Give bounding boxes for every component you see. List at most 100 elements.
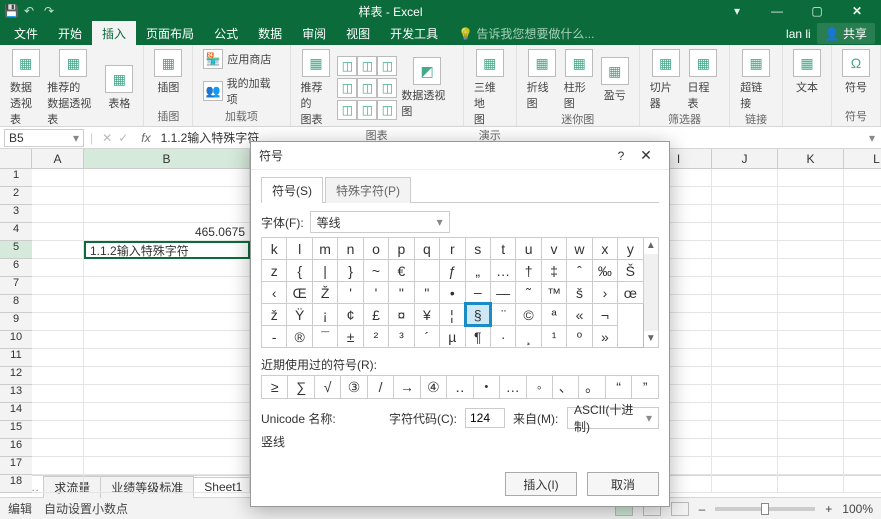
cell[interactable]: 1.1.2输入特殊字符	[84, 241, 250, 259]
fx-icon[interactable]: fx	[131, 131, 160, 145]
cell[interactable]: 465.0675	[84, 223, 250, 241]
character-cell[interactable]: y	[618, 238, 643, 260]
character-cell[interactable]: ‡	[541, 260, 566, 282]
cell[interactable]	[844, 475, 881, 493]
recent-symbol-cell[interactable]: …	[500, 376, 526, 399]
pivot-chart-button[interactable]: ◩数据透视图	[401, 57, 452, 119]
cell[interactable]	[844, 313, 881, 331]
ribbon-tab-2[interactable]: 插入	[92, 21, 136, 46]
recent-symbol-cell[interactable]: ”	[632, 376, 659, 399]
cell[interactable]	[32, 385, 84, 403]
select-all-cell[interactable]	[0, 149, 32, 168]
char-code-input[interactable]	[465, 408, 505, 428]
row-header[interactable]: 12	[0, 367, 32, 385]
row-header[interactable]: 14	[0, 403, 32, 421]
ribbon-options-icon[interactable]: ▾	[717, 4, 757, 18]
cell[interactable]	[84, 259, 250, 277]
character-cell[interactable]: Š	[618, 260, 643, 282]
scroll-up-icon[interactable]: ▲	[646, 238, 656, 254]
character-cell[interactable]: ¹	[541, 326, 566, 348]
character-cell[interactable]: {	[287, 260, 312, 282]
cell[interactable]	[84, 439, 250, 457]
character-cell[interactable]: u	[516, 238, 541, 260]
recent-symbol-cell[interactable]: /	[367, 376, 393, 399]
row-header[interactable]: 8	[0, 295, 32, 313]
zoom-slider[interactable]	[715, 507, 815, 511]
undo-icon[interactable]: ↶	[24, 4, 44, 18]
recent-symbol-cell[interactable]: “	[605, 376, 631, 399]
ribbon-button[interactable]: ▦数据透视表	[10, 49, 41, 127]
cell[interactable]	[84, 331, 250, 349]
cell[interactable]	[778, 169, 844, 187]
ribbon-button[interactable]: ▦超链接	[740, 49, 772, 111]
character-cell[interactable]: „	[465, 260, 490, 282]
chart-type-icon[interactable]: ◫	[337, 56, 357, 76]
cell[interactable]	[84, 457, 250, 475]
character-cell[interactable]: w	[567, 238, 592, 260]
cell[interactable]	[32, 439, 84, 457]
cell[interactable]	[32, 259, 84, 277]
ribbon-tab-6[interactable]: 审阅	[292, 21, 336, 46]
cell[interactable]	[778, 367, 844, 385]
cell[interactable]	[712, 385, 778, 403]
recent-symbol-cell[interactable]: ③	[341, 376, 367, 399]
recent-symbol-cell[interactable]: ・	[473, 376, 499, 399]
character-cell[interactable]: m	[312, 238, 337, 260]
cell[interactable]	[32, 403, 84, 421]
share-button[interactable]: 👤 共享	[817, 23, 875, 44]
name-box[interactable]: B5 ▾	[4, 129, 84, 147]
character-cell[interactable]: Ž	[312, 282, 337, 304]
cell[interactable]	[84, 367, 250, 385]
name-box-dropdown-icon[interactable]: ▾	[73, 131, 79, 145]
character-cell[interactable]: ƒ	[440, 260, 465, 282]
row-header[interactable]: 11	[0, 349, 32, 367]
character-cell[interactable]: €	[389, 260, 414, 282]
dialog-help-icon[interactable]: ?	[611, 149, 631, 163]
character-cell[interactable]: •	[440, 282, 465, 304]
character-cell[interactable]: |	[312, 260, 337, 282]
cell[interactable]	[712, 403, 778, 421]
character-cell[interactable]: —	[490, 282, 515, 304]
column-header[interactable]: B	[84, 149, 250, 168]
cell[interactable]	[844, 331, 881, 349]
chargrid-scrollbar[interactable]: ▲ ▼	[644, 237, 659, 348]
cell[interactable]	[778, 475, 844, 493]
recent-symbol-cell[interactable]: ‥	[447, 376, 473, 399]
cell[interactable]	[778, 421, 844, 439]
cell[interactable]	[712, 205, 778, 223]
ribbon-button[interactable]: ▦推荐的数据透视表	[47, 49, 99, 127]
cell[interactable]	[712, 421, 778, 439]
cell[interactable]	[844, 205, 881, 223]
chart-type-icon[interactable]: ◫	[357, 100, 377, 120]
character-cell[interactable]: ~	[363, 260, 388, 282]
cell[interactable]	[844, 241, 881, 259]
row-header[interactable]: 13	[0, 385, 32, 403]
character-cell[interactable]: z	[262, 260, 287, 282]
cell[interactable]	[712, 439, 778, 457]
cell[interactable]	[778, 331, 844, 349]
column-header[interactable]: J	[712, 149, 778, 168]
cell[interactable]	[32, 187, 84, 205]
minimize-icon[interactable]: —	[757, 4, 797, 18]
ribbon-button[interactable]: ▦切片器	[650, 49, 682, 111]
character-cell[interactable]: -	[262, 326, 287, 348]
row-header[interactable]: 6	[0, 259, 32, 277]
cell[interactable]	[84, 385, 250, 403]
character-cell[interactable]: ž	[262, 304, 287, 326]
cell[interactable]	[844, 295, 881, 313]
cell[interactable]	[778, 241, 844, 259]
cell[interactable]	[84, 421, 250, 439]
character-cell[interactable]: }	[338, 260, 363, 282]
cell[interactable]	[844, 403, 881, 421]
tab-special-chars[interactable]: 特殊字符(P)	[325, 177, 411, 203]
recent-symbol-cell[interactable]: √	[314, 376, 340, 399]
cell[interactable]	[84, 349, 250, 367]
ribbon-mini-button[interactable]: 🏪应用商店	[203, 49, 279, 69]
cell[interactable]	[778, 403, 844, 421]
character-cell[interactable]: –	[465, 282, 490, 304]
ribbon-button[interactable]: ▦盈亏	[601, 57, 629, 103]
character-cell[interactable]: ±	[338, 326, 363, 348]
character-cell[interactable]: œ	[618, 282, 643, 304]
cell[interactable]	[712, 457, 778, 475]
character-cell[interactable]: ¤	[389, 304, 414, 326]
